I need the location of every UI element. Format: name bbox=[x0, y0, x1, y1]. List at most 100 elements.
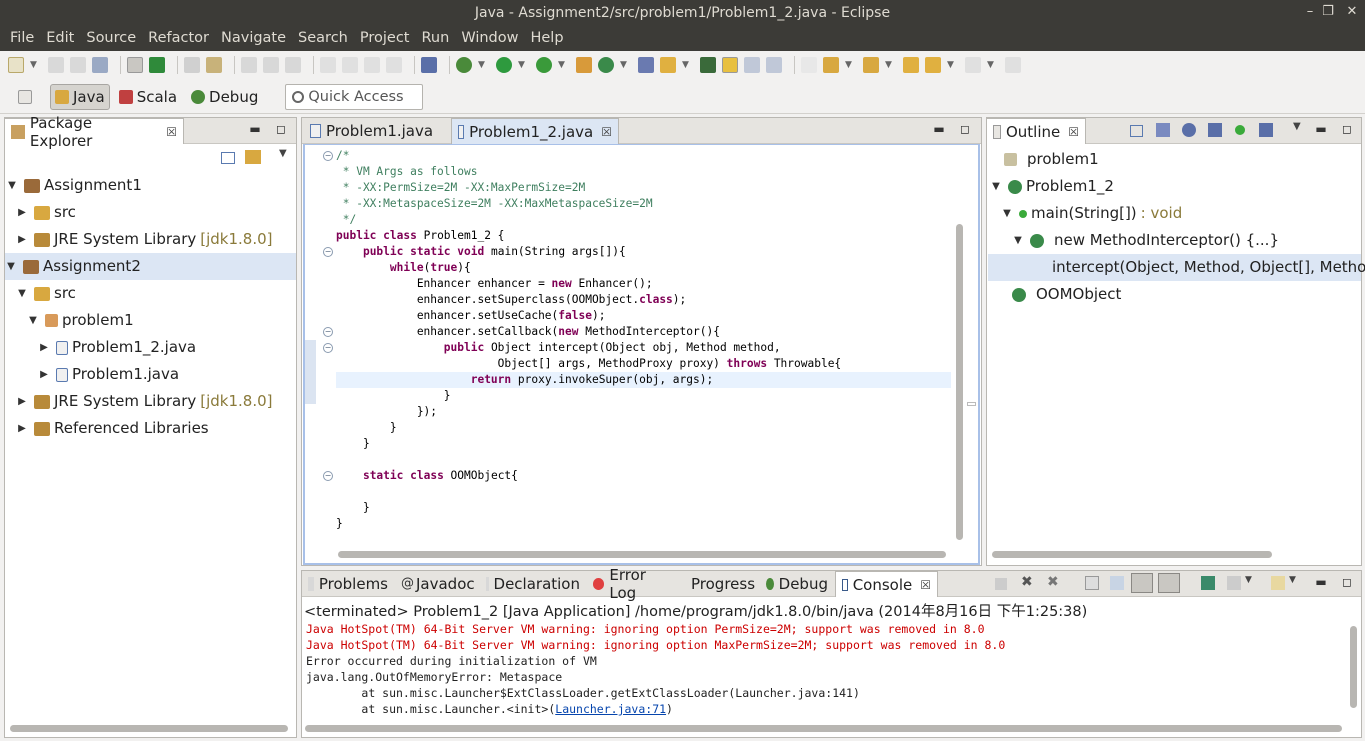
outline-item-class-oomobject[interactable]: OOMObject bbox=[1012, 281, 1121, 308]
outline-item-method-intercept[interactable]: intercept(Object, Method, Object[], Meth… bbox=[988, 254, 1365, 281]
expand-arrow-icon[interactable]: ▶ bbox=[16, 388, 28, 415]
expand-arrow-icon[interactable]: ▶ bbox=[16, 226, 28, 253]
menu-source[interactable]: Source bbox=[80, 26, 142, 51]
tab-declaration[interactable]: Declaration bbox=[480, 571, 586, 597]
open-type-icon[interactable] bbox=[638, 57, 654, 73]
scroll-lock-icon[interactable] bbox=[1110, 576, 1124, 590]
collapse-arrow-icon[interactable]: ▼ bbox=[5, 253, 17, 280]
close-window-icon[interactable]: ✕ bbox=[1340, 0, 1364, 26]
display-console-icon[interactable] bbox=[1227, 576, 1241, 590]
code-line[interactable]: } bbox=[336, 516, 343, 532]
code-line[interactable]: public class Problem1_2 { bbox=[336, 228, 504, 244]
vertical-scrollbar[interactable] bbox=[956, 224, 963, 540]
tab-error-log[interactable]: Error Log bbox=[587, 566, 680, 602]
save-icon[interactable] bbox=[48, 57, 64, 73]
code-line[interactable]: enhancer.setUseCache(false); bbox=[336, 308, 606, 324]
tree-item-assignment2[interactable]: ▼ Assignment2 bbox=[5, 253, 296, 280]
menu-search[interactable]: Search bbox=[292, 26, 354, 51]
minimize-view-icon[interactable]: ▬ bbox=[1313, 575, 1329, 589]
collapse-all-icon[interactable] bbox=[221, 152, 235, 164]
collapse-arrow-icon[interactable]: ▼ bbox=[27, 307, 39, 334]
toggle-highlight-icon[interactable] bbox=[722, 57, 738, 73]
code-line[interactable]: public Object intercept(Object obj, Meth… bbox=[336, 340, 781, 356]
tree-item-package-problem1[interactable]: ▼ problem1 bbox=[27, 307, 133, 334]
view-menu-icon[interactable]: ▼ bbox=[1293, 121, 1301, 132]
next-edit-dropdown-icon[interactable]: ▼ bbox=[845, 57, 853, 73]
collapse-arrow-icon[interactable]: ▼ bbox=[1012, 227, 1024, 254]
pin-editor-icon[interactable] bbox=[1005, 57, 1021, 73]
fold-toggle-icon[interactable]: − bbox=[323, 247, 333, 257]
next-annotation-icon[interactable] bbox=[184, 57, 200, 73]
open-console-dropdown-icon[interactable]: ▼ bbox=[1289, 575, 1296, 585]
code-line[interactable]: while(true){ bbox=[336, 260, 471, 276]
overview-ruler-marker[interactable] bbox=[967, 402, 976, 406]
tab-javadoc[interactable]: @ Javadoc bbox=[395, 571, 480, 597]
outline-item-class-problem1-2[interactable]: ▼ Problem1_2 bbox=[990, 173, 1114, 200]
close-icon[interactable]: ☒ bbox=[166, 125, 177, 139]
code-line[interactable]: */ bbox=[336, 212, 356, 228]
outline-item-method-main[interactable]: ▼ main(String[]) : void bbox=[1001, 200, 1182, 227]
new-java-class-icon[interactable] bbox=[598, 57, 614, 73]
menu-edit[interactable]: Edit bbox=[40, 26, 80, 51]
print-icon[interactable] bbox=[92, 57, 108, 73]
fold-toggle-icon[interactable]: − bbox=[323, 327, 333, 337]
new-icon[interactable] bbox=[8, 57, 24, 73]
collapse-arrow-icon[interactable]: ▼ bbox=[16, 280, 28, 307]
terminate-icon[interactable] bbox=[995, 578, 1007, 590]
maximize-window-icon[interactable]: ❐ bbox=[1316, 0, 1340, 26]
code-line[interactable]: } bbox=[336, 500, 370, 516]
hide-non-public-icon[interactable] bbox=[1235, 125, 1245, 135]
horizontal-scrollbar[interactable] bbox=[10, 725, 288, 732]
perspective-debug-button[interactable]: Debug bbox=[186, 84, 263, 110]
link-with-editor-icon[interactable] bbox=[245, 150, 261, 164]
collapse-arrow-icon[interactable]: ▼ bbox=[1001, 200, 1013, 227]
terminate-icon[interactable] bbox=[364, 57, 380, 73]
tab-problem1-2-java[interactable]: Problem1_2.java ☒ bbox=[451, 118, 619, 144]
save-all-icon[interactable] bbox=[70, 57, 86, 73]
toggle-mark-occurrences-icon[interactable] bbox=[127, 57, 143, 73]
menu-navigate[interactable]: Navigate bbox=[215, 26, 292, 51]
code-line[interactable]: public static void main(String args[]){ bbox=[336, 244, 626, 260]
code-line[interactable]: * -XX:MetaspaceSize=2M -XX:MaxMetaspaceS… bbox=[336, 196, 653, 212]
sort-icon[interactable] bbox=[1156, 123, 1170, 137]
code-line[interactable]: * -XX:PermSize=2M -XX:MaxPermSize=2M bbox=[336, 180, 585, 196]
new-java-package-icon[interactable] bbox=[576, 57, 592, 73]
code-line[interactable]: enhancer.setCallback(new MethodIntercept… bbox=[336, 324, 720, 340]
expand-arrow-icon[interactable]: ▶ bbox=[16, 415, 28, 442]
code-line[interactable]: } bbox=[336, 388, 451, 404]
perspective-java-button[interactable]: Java bbox=[50, 83, 110, 110]
external-tools-dropdown-icon[interactable]: ▼ bbox=[558, 57, 566, 73]
code-line[interactable]: static class OOMObject{ bbox=[336, 468, 518, 484]
back-icon[interactable] bbox=[903, 57, 919, 73]
open-console-icon[interactable] bbox=[149, 57, 165, 73]
code-line[interactable]: enhancer.setSuperclass(OOMObject.class); bbox=[336, 292, 686, 308]
menu-window[interactable]: Window bbox=[455, 26, 524, 51]
tab-console[interactable]: Console ☒ bbox=[835, 571, 938, 597]
tab-problem1-java[interactable]: Problem1.java bbox=[304, 118, 450, 144]
disconnect-icon[interactable] bbox=[386, 57, 402, 73]
expand-arrow-icon[interactable]: ▶ bbox=[38, 334, 50, 361]
forward-icon[interactable] bbox=[965, 57, 981, 73]
expand-arrow-icon[interactable]: ▶ bbox=[16, 199, 28, 226]
show-console-stdout-icon[interactable] bbox=[1131, 573, 1153, 593]
collapse-all-icon[interactable] bbox=[1130, 125, 1143, 137]
pin-console-icon[interactable] bbox=[1201, 576, 1215, 590]
skip-breakpoints-icon[interactable] bbox=[421, 57, 437, 73]
horizontal-scrollbar[interactable] bbox=[305, 725, 1342, 732]
expand-arrow-icon[interactable]: ▶ bbox=[38, 361, 50, 388]
code-line[interactable]: Enhancer enhancer = new Enhancer(); bbox=[336, 276, 653, 292]
pin-icon[interactable] bbox=[801, 57, 817, 73]
code-line[interactable]: return proxy.invokeSuper(obj, args); bbox=[336, 372, 714, 388]
maximize-view-icon[interactable]: ◻ bbox=[957, 122, 973, 136]
debug-dropdown-icon[interactable]: ▼ bbox=[478, 57, 486, 73]
new-dropdown-icon[interactable]: ▼ bbox=[30, 57, 38, 73]
back-history-icon[interactable] bbox=[925, 57, 941, 73]
remove-launch-icon[interactable]: ✖ bbox=[1021, 574, 1033, 590]
horizontal-scrollbar[interactable] bbox=[338, 551, 946, 558]
code-line[interactable]: } bbox=[336, 420, 397, 436]
remove-all-terminated-icon[interactable]: ✖ bbox=[1047, 574, 1059, 590]
tree-item-jre-library[interactable]: ▶ JRE System Library [jdk1.8.0] bbox=[16, 388, 272, 415]
outline-item-package[interactable]: problem1 bbox=[1004, 146, 1099, 173]
external-tools-icon[interactable] bbox=[536, 57, 552, 73]
fold-toggle-icon[interactable]: − bbox=[323, 343, 333, 353]
